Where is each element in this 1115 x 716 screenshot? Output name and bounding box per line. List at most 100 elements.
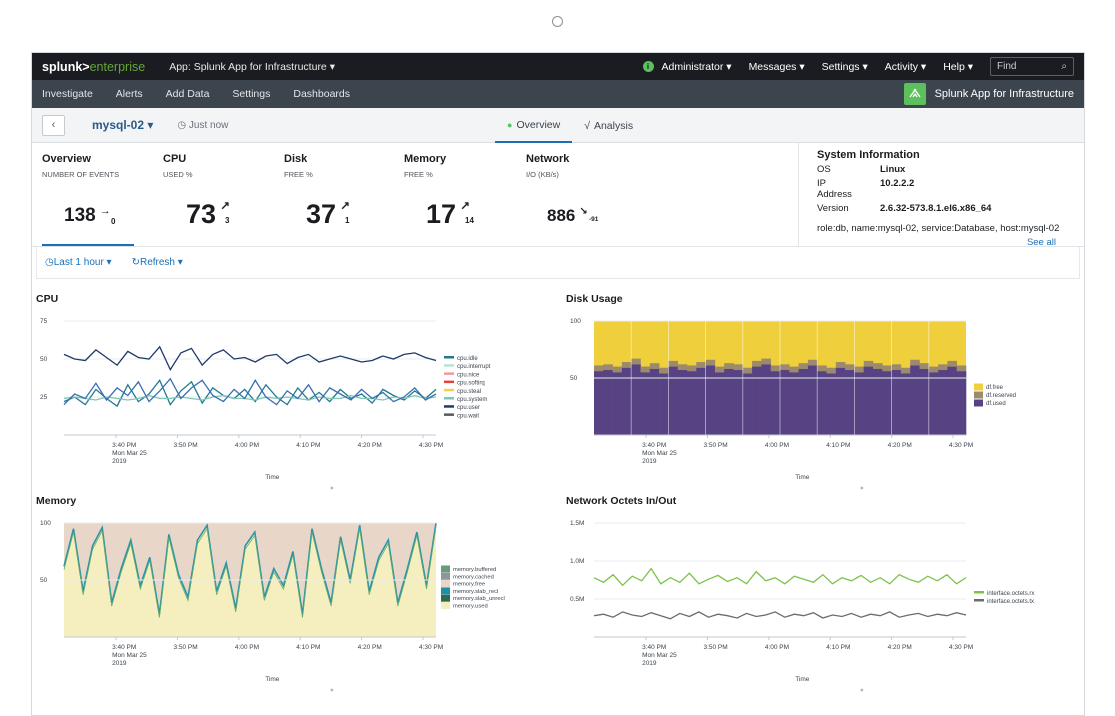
network-chart[interactable]: 0.5M 1.0M 1.5M 3:40 PM 3:50 PM 4:00 PM 4:10 PM… <box>566 509 1082 695</box>
df-reserved-bar <box>677 364 688 371</box>
nav-add-data[interactable]: Add Data <box>166 88 210 100</box>
arrow-up-right-icon: ↗ <box>220 199 231 213</box>
kpi-delta: 1 <box>345 216 350 225</box>
df-reserved-bar <box>668 360 678 367</box>
x-axis-title: Time <box>795 676 810 683</box>
tab-overview[interactable]: ● Overview <box>495 108 573 143</box>
y-tick-label: 100 <box>40 520 51 527</box>
refresh-picker[interactable]: ↻Refresh ▾ <box>132 257 183 268</box>
df-reserved-bar <box>780 364 790 371</box>
df-reserved-bar <box>845 364 855 371</box>
df-used-bar <box>752 366 762 435</box>
x-tick-label: 4:10 PM <box>296 442 320 449</box>
df-used-bar <box>938 370 948 435</box>
legend-label: memory.slab_recl <box>453 589 498 595</box>
kpi-title: Network <box>526 153 570 165</box>
df-reserved-bar <box>603 364 613 371</box>
x-tick-label: 4:00 PM <box>235 644 259 651</box>
df-used-bar <box>807 365 818 435</box>
legend-label: df.used <box>986 401 1006 407</box>
kpi-title: Memory <box>404 153 447 165</box>
last-updated: ◷ Just now <box>177 120 228 131</box>
pagination-dot <box>330 486 334 490</box>
df-used-bar <box>631 364 641 435</box>
df-reserved-bar <box>770 365 781 372</box>
legend-swatch <box>444 413 454 416</box>
legend-swatch <box>441 580 450 588</box>
legend-swatch <box>974 591 984 594</box>
system-info-ip: IP Address 10.2.2.2 <box>817 178 915 200</box>
df-used-bar <box>900 373 911 435</box>
df-used-bar <box>956 371 967 435</box>
x-tick-label: 3:50 PM <box>173 442 197 449</box>
nav-settings[interactable]: Settings <box>232 88 270 100</box>
legend-label: df.reserved <box>986 393 1016 399</box>
df-used-bar <box>714 372 725 435</box>
kpi-delta: -91 <box>589 216 599 223</box>
kpi-subtitle: FREE % <box>404 170 433 179</box>
x-tick-sublabel: 2019 <box>642 660 657 667</box>
df-used-bar <box>919 368 930 435</box>
disk-usage-chart[interactable]: 50 100 3:40 PM 3:50 PM 4:00 PM 4:10 PM 4:20 PM… <box>566 307 1082 493</box>
disk-usage-panel: Disk Usage 50 100 3:40 PM 3:50 PM 4:00 PM 4:1… <box>566 293 1082 493</box>
df-reserved-bar <box>835 362 846 368</box>
x-axis-title: Time <box>265 676 280 683</box>
df-reserved-bar <box>873 363 883 369</box>
cpu-panel: CPU 25 50 75 3:40 PM 3:50 PM 4:00 PM 4:10 PM 4:… <box>36 293 552 493</box>
analysis-icon: √ <box>584 119 590 132</box>
kpi-memory[interactable]: Memory FREE % 17 ↗ 14 <box>404 153 514 229</box>
nav-alerts[interactable]: Alerts <box>116 88 143 100</box>
x-tick-label: 4:10 PM <box>826 442 850 449</box>
legend-label: memory.slab_unrecl <box>453 596 505 602</box>
kpi-disk[interactable]: Disk FREE % 37 ↗ 1 <box>284 153 394 229</box>
x-tick-sublabel: Mon Mar 25 <box>112 450 147 457</box>
app-selector[interactable]: App: Splunk App for Infrastructure ▾ <box>169 61 335 73</box>
memory-chart-title: Memory <box>36 495 77 507</box>
top-bar: splunk>enterprise App: Splunk App for In… <box>32 53 1084 80</box>
cpu-chart[interactable]: 25 50 75 3:40 PM 3:50 PM 4:00 PM 4:10 PM 4:20 P… <box>36 307 552 493</box>
df-reserved-bar <box>807 359 818 366</box>
splunk-logo[interactable]: splunk>enterprise <box>42 60 145 74</box>
memory-chart[interactable]: 50 100 3:40 PM 3:50 PM 4:00 PM 4:10 PM 4:20 PM… <box>36 509 552 695</box>
df-used-bar <box>761 364 771 435</box>
menu-activity[interactable]: Activity ▾ <box>885 61 926 73</box>
legend-swatch <box>441 594 450 602</box>
kpi-cpu[interactable]: CPU USED % 73 ↗ 3 <box>163 153 273 229</box>
kpi-title: Disk <box>284 153 308 165</box>
df-used-bar <box>882 371 892 435</box>
legend-label: cpu.idle <box>457 356 478 362</box>
kpi-selected-indicator <box>42 244 134 246</box>
df-reserved-bar <box>649 363 660 369</box>
network-chart-title: Network Octets In/Out <box>566 495 677 507</box>
time-range-picker[interactable]: ◷Last 1 hour ▾ <box>45 257 112 268</box>
app-brand: Splunk App for Infrastructure <box>903 83 1074 105</box>
nav-investigate[interactable]: Investigate <box>42 88 93 100</box>
x-tick-label: 4:30 PM <box>949 644 973 651</box>
info-icon[interactable]: i <box>642 61 654 72</box>
menu-messages[interactable]: Messages ▾ <box>749 61 805 73</box>
kpi-summary: Overview NUMBER OF EVENTS 138 → 0 CPU USED… <box>32 143 1084 248</box>
back-button[interactable]: ‹ <box>42 114 65 136</box>
entity-selector[interactable]: mysql-02 ▾ <box>92 118 153 132</box>
y-tick-label: 25 <box>40 394 48 401</box>
status-dot-icon: ● <box>507 119 513 130</box>
df-reserved-bar <box>696 362 706 368</box>
menu-settings[interactable]: Settings ▾ <box>822 61 868 73</box>
kpi-value: 17 ↗ 14 <box>426 199 474 229</box>
menu-help[interactable]: Help ▾ <box>943 61 973 73</box>
legend-swatch <box>444 356 454 359</box>
tab-analysis[interactable]: √ Analysis <box>572 108 645 143</box>
last-updated-text: Just now <box>188 119 229 131</box>
menu-administrator[interactable]: Administrator ▾ <box>662 61 732 73</box>
x-tick-label: 4:20 PM <box>888 644 912 651</box>
kpi-network[interactable]: Network I/O (KB/s) 886 ↘ -91 <box>526 153 636 225</box>
kpi-overview[interactable]: Overview NUMBER OF EVENTS 138 → 0 <box>42 153 152 226</box>
find-input[interactable]: Find ⌕ <box>990 57 1074 76</box>
app-brand-label: Splunk App for Infrastructure <box>934 88 1074 100</box>
system-info-version: Version 2.6.32-573.8.1.el6.x86_64 <box>817 203 992 214</box>
legend-label: cpu.wait <box>457 413 479 419</box>
arrow-down-right-icon: ↘ <box>579 206 588 217</box>
kpi-delta: 14 <box>465 216 474 225</box>
nav-dashboards[interactable]: Dashboards <box>293 88 350 100</box>
infrastructure-app-icon <box>903 83 926 105</box>
